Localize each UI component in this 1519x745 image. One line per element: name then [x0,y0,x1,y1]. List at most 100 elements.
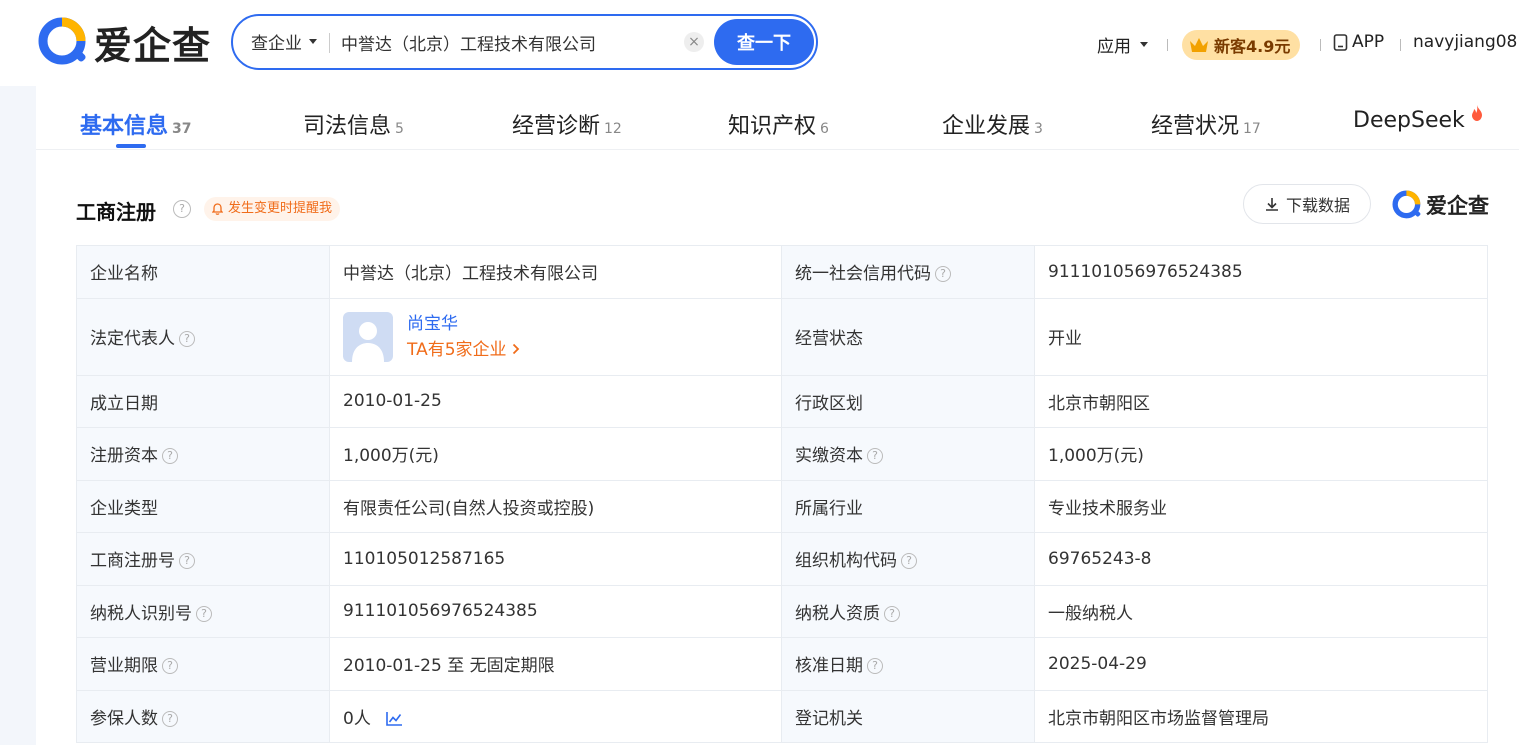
table-row: 成立日期 2010-01-25 行政区划 北京市朝阳区 [76,374,1488,428]
table-row: 参保人数? 0人 登记机关 北京市朝阳区市场监督管理局 [76,689,1488,743]
tab-business-status[interactable]: 经营状况 17 [1151,108,1261,140]
help-icon[interactable]: ? [162,710,178,727]
search-type-dropdown[interactable]: 查企业 [251,29,317,54]
help-icon[interactable]: ? [162,448,178,465]
help-icon[interactable]: ? [179,331,195,347]
field-value: 北京市朝阳区市场监督管理局 [1034,689,1488,743]
label-text: 组织机构代码 [795,551,897,572]
tab-intellectual-property[interactable]: 知识产权 6 [728,108,829,140]
tab-business-diagnosis[interactable]: 经营诊断 12 [512,108,622,140]
related-companies-link[interactable]: TA有5家企业 [407,337,520,363]
apps-menu[interactable]: 应用 [1097,32,1148,57]
tab-count: 3 [1034,121,1043,137]
tab-judicial-info[interactable]: 司法信息 5 [303,108,404,140]
active-tab-indicator [116,144,146,148]
tab-label: 知识产权 [728,114,817,139]
field-value: 2010-01-25 [329,374,782,428]
legal-representative-link[interactable]: 尚宝华 [407,311,520,337]
field-label: 组织机构代码? [781,532,1035,586]
insured-count: 0人 [343,708,371,729]
tab-label: 司法信息 [303,114,392,139]
search-button[interactable]: 查一下 [714,19,814,65]
field-value: 北京市朝阳区 [1034,374,1488,428]
phone-icon [1333,33,1348,51]
divider [1167,39,1168,51]
help-icon[interactable]: ? [162,658,178,675]
field-value: 0人 [329,689,782,743]
change-alert-button[interactable]: 发生变更时提醒我 [204,197,341,221]
field-label: 工商注册号? [76,532,330,586]
download-icon [1265,198,1278,211]
help-icon[interactable]: ? [867,658,883,675]
field-label: 登记机关 [781,689,1035,743]
label-text: 法定代表人 [90,329,175,349]
clear-icon[interactable]: × [684,32,704,52]
help-icon[interactable]: ? [173,200,191,218]
download-data-button[interactable]: 下载数据 [1243,184,1371,224]
field-label: 纳税人识别号? [76,584,330,638]
tab-basic-info[interactable]: 基本信息 37 [80,108,192,140]
logo-text: 爱企查 [94,23,212,68]
field-value: 有限责任公司(自然人投资或控股) [329,479,782,533]
person-icon [352,321,384,362]
related-companies-label: TA有5家企业 [407,339,507,360]
aiqicha-watermark: 爱企查 [1391,189,1489,221]
new-customer-promo[interactable]: 新客4.9元 [1182,30,1301,60]
field-value: 2010-01-25 至 无固定期限 [329,637,782,691]
fire-icon [1471,105,1482,121]
field-value: 2025-04-29 [1034,637,1488,691]
table-row: 工商注册号? 110105012587165 组织机构代码? 69765243-… [76,532,1488,586]
search-input[interactable] [341,26,671,58]
logo[interactable]: 爱企查 [36,14,211,70]
table-row: 注册资本? 1,000万(元) 实缴资本? 1,000万(元) [76,427,1488,481]
tab-bar: 基本信息 37 司法信息 5 经营诊断 12 知识产权 6 企业发展 3 经营状况 17 D… [36,86,1519,150]
bell-icon [212,203,223,215]
help-icon[interactable]: ? [901,553,917,570]
tab-label: 经营诊断 [512,114,601,139]
field-label: 所属行业 [781,479,1035,533]
field-label: 纳税人资质? [781,584,1035,638]
logo-icon [1392,190,1421,219]
field-label: 实缴资本? [781,427,1035,481]
main-panel: 基本信息 37 司法信息 5 经营诊断 12 知识产权 6 企业发展 3 经营状况 17 D… [36,86,1519,745]
field-value: 一般纳税人 [1034,584,1488,638]
search-bar: 查企业 × 查一下 [231,14,818,70]
tab-label: 基本信息 [80,114,169,139]
promo-label: 新客4.9元 [1214,37,1291,56]
label-text: 工商注册号 [90,551,175,572]
field-value: 专业技术服务业 [1034,479,1488,533]
table-row: 企业名称 中誉达（北京）工程技术有限公司 统一社会信用代码? 911101056… [76,245,1488,299]
chevron-down-icon [309,39,317,44]
label-text: 参保人数 [90,708,158,729]
tab-enterprise-development[interactable]: 企业发展 3 [942,108,1043,140]
divider [1400,39,1401,51]
help-icon[interactable]: ? [867,448,883,465]
user-account[interactable]: navyjiang08... [1413,32,1517,52]
tab-count: 37 [172,121,192,137]
field-label: 统一社会信用代码? [781,245,1035,299]
field-label: 法定代表人? [76,297,330,376]
field-value: 1,000万(元) [329,427,782,481]
apps-label: 应用 [1097,37,1131,57]
tab-deepseek[interactable]: DeepSeek [1353,105,1483,133]
field-value: 开业 [1034,297,1488,376]
tab-label: DeepSeek [1353,108,1465,133]
table-row: 营业期限? 2010-01-25 至 无固定期限 核准日期? 2025-04-2… [76,637,1488,691]
app-download-link[interactable]: APP [1333,32,1384,52]
download-label: 下载数据 [1285,196,1350,215]
label-text: 营业期限 [90,656,158,677]
help-icon[interactable]: ? [196,605,212,622]
crown-icon [1190,38,1208,52]
field-label: 参保人数? [76,689,330,743]
table-row: 企业类型 有限责任公司(自然人投资或控股) 所属行业 专业技术服务业 [76,479,1488,533]
field-label: 注册资本? [76,427,330,481]
field-value: 911101056976524385 [1034,245,1488,299]
avatar[interactable] [343,311,393,362]
field-label: 经营状态 [781,297,1035,376]
field-value: 69765243-8 [1034,532,1488,586]
help-icon[interactable]: ? [179,553,195,570]
help-icon[interactable]: ? [935,266,951,283]
app-link-label: APP [1352,32,1385,52]
trend-chart-icon[interactable] [385,711,403,727]
help-icon[interactable]: ? [884,605,900,622]
